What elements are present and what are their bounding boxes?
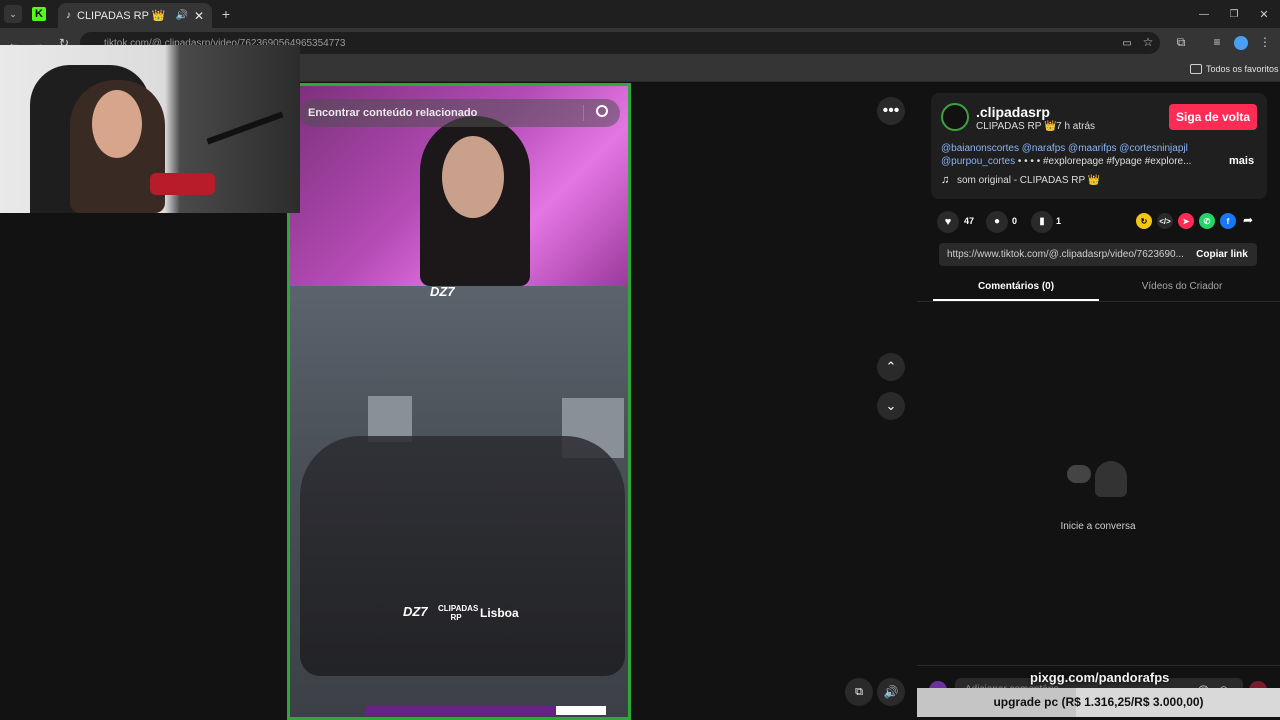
comment-button[interactable]: ● bbox=[986, 211, 1008, 233]
caption-hashtags[interactable]: • • • • #explorepage #fypage #explore... bbox=[1015, 156, 1192, 167]
like-button[interactable]: ♥ bbox=[937, 211, 959, 233]
save-button[interactable]: ▮ bbox=[1031, 211, 1053, 233]
search-icon[interactable] bbox=[596, 105, 608, 117]
speaker-icon[interactable]: 🔊 bbox=[175, 10, 187, 21]
share-icon[interactable]: ➦ bbox=[1243, 213, 1253, 227]
crowd bbox=[300, 436, 625, 676]
follow-back-button[interactable]: Siga de volta bbox=[1169, 104, 1257, 130]
new-tab-icon[interactable]: + bbox=[218, 6, 234, 22]
tab-comments[interactable]: Comentários (0) bbox=[933, 281, 1099, 292]
bookmark-star-icon[interactable]: ☆ bbox=[1141, 35, 1155, 49]
caption-mention-purpou[interactable]: @purpou_cortes bbox=[941, 156, 1015, 167]
streamer-face bbox=[442, 136, 504, 218]
volume-button[interactable]: 🔊 bbox=[877, 678, 905, 706]
empty-comments-icon bbox=[1065, 461, 1131, 503]
related-search-placeholder: Encontrar conteúdo relacionado bbox=[308, 107, 478, 119]
tab-bar: ⌄ K ♪ CLIPADAS RP 👑 (@.clipad 🔊 ✕ + — ❐ … bbox=[0, 0, 1280, 28]
webcam-overlay bbox=[0, 45, 300, 213]
tabs-divider bbox=[917, 301, 1280, 302]
caption-line-1[interactable]: @baianonscortes @narafps @maarifps @cort… bbox=[941, 143, 1188, 154]
donation-goal-bar: upgrade pc (R$ 1.316,25/R$ 3.000,00) bbox=[917, 688, 1280, 717]
like-count: 47 bbox=[964, 216, 975, 226]
link-url: https://www.tiktok.com/@.clipadasrp/vide… bbox=[947, 249, 1183, 260]
watermark-top: DZ7 bbox=[430, 284, 455, 299]
video-progress-track[interactable] bbox=[366, 706, 606, 715]
restore-icon[interactable]: ❐ bbox=[1226, 6, 1242, 22]
cast-icon[interactable]: ▭ bbox=[1120, 36, 1134, 50]
previous-video-button[interactable]: ⌃ bbox=[877, 353, 905, 381]
menu-icon[interactable]: ⋮ bbox=[1258, 35, 1272, 49]
embed-icon[interactable]: </> bbox=[1157, 213, 1173, 229]
music-note-icon: ♫ bbox=[941, 174, 950, 186]
close-window-icon[interactable]: ✕ bbox=[1256, 6, 1272, 22]
author-avatar[interactable] bbox=[941, 103, 969, 131]
minimize-icon[interactable]: — bbox=[1196, 6, 1212, 22]
extensions-icon[interactable]: ⧉ bbox=[1174, 35, 1188, 49]
webcam-face bbox=[92, 90, 142, 158]
active-tab[interactable]: ♪ CLIPADAS RP 👑 (@.clipad 🔊 ✕ bbox=[58, 3, 212, 28]
more-options-button[interactable]: ••• bbox=[877, 97, 905, 125]
video-player[interactable]: DZ7 DZ7 CLIPADAS RP Lisboa bbox=[287, 83, 631, 720]
author-username[interactable]: .clipadasrp bbox=[976, 104, 1050, 120]
save-count: 1 bbox=[1056, 216, 1062, 226]
empty-comments-text: Inicie a conversa bbox=[1060, 521, 1136, 532]
logo-lisboa: Lisboa bbox=[480, 606, 519, 620]
details-panel: .clipadasrp CLIPADAS RP 👑 · 7 h atrás Si… bbox=[917, 83, 1280, 720]
tab-creator-videos[interactable]: Vídeos do Criador bbox=[1099, 281, 1265, 292]
comment-count: 0 bbox=[1012, 216, 1018, 226]
whatsapp-icon[interactable]: ✆ bbox=[1199, 213, 1215, 229]
facebook-icon[interactable]: f bbox=[1220, 213, 1236, 229]
media-icon[interactable]: ≡ bbox=[1210, 35, 1224, 49]
all-bookmarks[interactable]: Todos os favoritos bbox=[1206, 64, 1279, 74]
copy-link-button[interactable]: Copiar link bbox=[1187, 249, 1257, 260]
repost-icon[interactable]: ↻ bbox=[1136, 213, 1152, 229]
search-divider bbox=[583, 105, 584, 121]
next-video-button[interactable]: ⌄ bbox=[877, 392, 905, 420]
profile-avatar[interactable] bbox=[1234, 36, 1248, 50]
comment-divider bbox=[917, 665, 1280, 666]
video-progress-fill bbox=[556, 706, 606, 715]
kick-tab-icon[interactable]: K bbox=[32, 7, 46, 21]
donation-goal-text: upgrade pc (R$ 1.316,25/R$ 3.000,00) bbox=[993, 695, 1204, 709]
author-display-name: CLIPADAS RP 👑 bbox=[976, 121, 1057, 132]
tab-title: CLIPADAS RP 👑 (@.clipad bbox=[77, 10, 169, 22]
tiktok-icon: ♪ bbox=[66, 10, 71, 21]
tab-list-icon[interactable]: ⌄ bbox=[4, 5, 22, 23]
pip-button[interactable]: ⧉ bbox=[845, 678, 873, 706]
folder-icon bbox=[1190, 64, 1202, 74]
game-scene: DZ7 DZ7 CLIPADAS RP Lisboa bbox=[290, 284, 628, 717]
caption-more-button[interactable]: mais bbox=[1229, 155, 1254, 167]
caption-line-2: @purpou_cortes • • • • #explorepage #fyp… bbox=[941, 156, 1191, 167]
close-tab-icon[interactable]: ✕ bbox=[194, 9, 204, 23]
logo-clipadas: CLIPADAS RP bbox=[438, 604, 479, 622]
logo-dz7: DZ7 bbox=[403, 604, 428, 619]
donation-handle: pixgg.com/pandorafps bbox=[1030, 670, 1170, 685]
microphone bbox=[150, 173, 215, 195]
post-time: · 7 h atrás bbox=[1050, 121, 1096, 132]
related-search-bar[interactable]: Encontrar conteúdo relacionado bbox=[300, 99, 620, 127]
send-icon[interactable]: ➤ bbox=[1178, 213, 1194, 229]
sound-name[interactable]: som original - CLIPADAS RP 👑 bbox=[957, 175, 1100, 186]
